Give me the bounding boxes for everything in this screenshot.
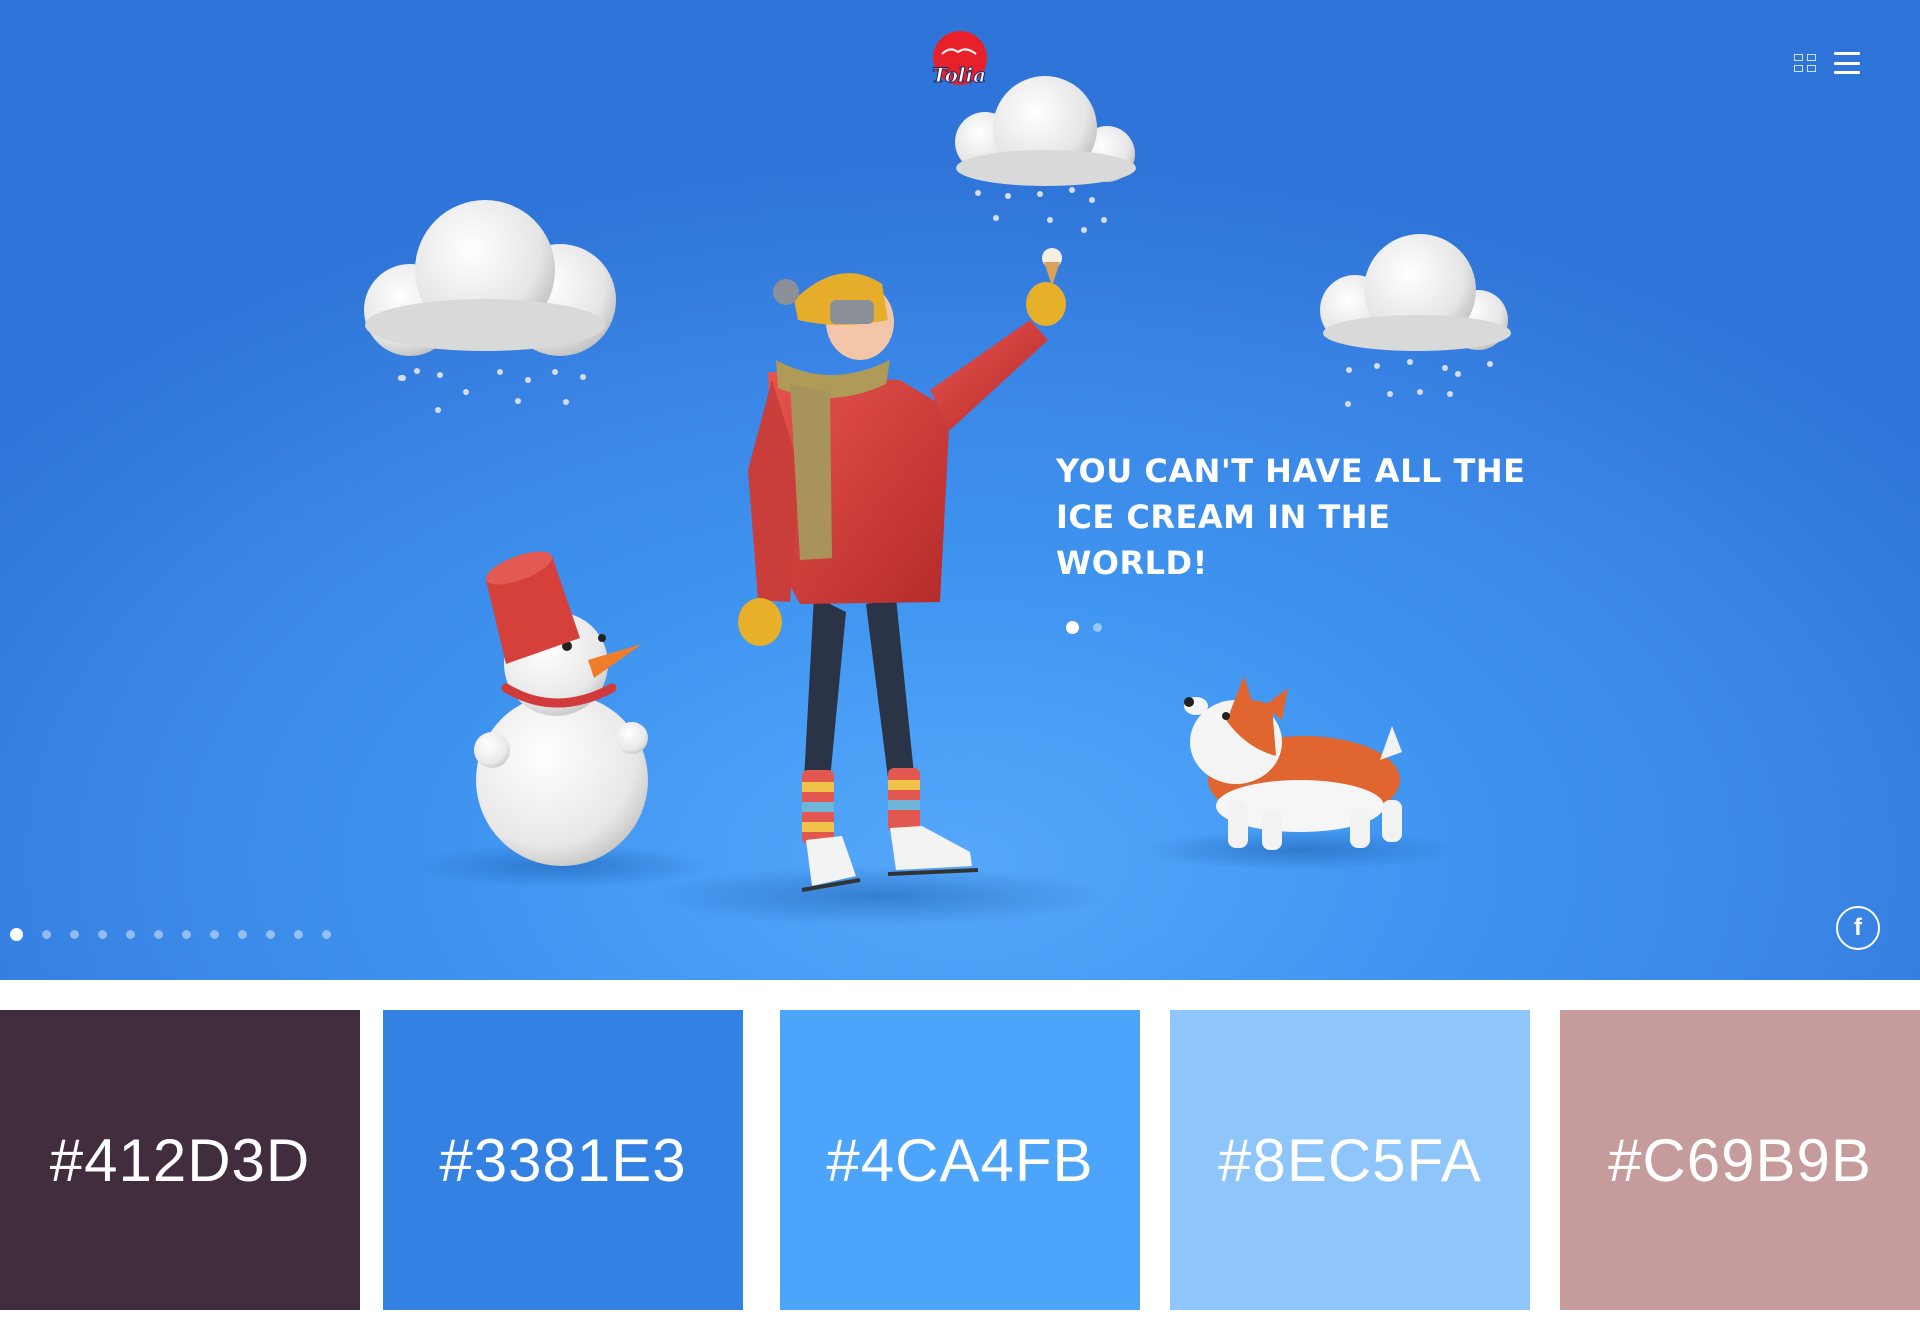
- headline-line-3: WORLD!: [1056, 544, 1208, 582]
- grid-icon[interactable]: [1794, 54, 1816, 72]
- headline-line-1: YOU CAN'T HAVE ALL THE: [1056, 452, 1526, 490]
- page-dot-9[interactable]: [238, 930, 247, 939]
- svg-text:Tolia: Tolia: [932, 63, 986, 87]
- swatch-hex-label: #412D3D: [49, 1126, 311, 1194]
- slide-pagination: [1066, 621, 1102, 634]
- page-dot-12[interactable]: [322, 930, 331, 939]
- color-palette: #412D3D #3381E3 #4CA4FB #8EC5FA #C69B9B: [0, 1010, 1920, 1310]
- hero-headline: YOU CAN'T HAVE ALL THE ICE CREAM IN THE …: [1056, 448, 1576, 586]
- hero-illustration: [364, 76, 1511, 926]
- page-dot-3[interactable]: [70, 930, 79, 939]
- color-swatch: #8EC5FA: [1170, 1010, 1530, 1310]
- snowman: [474, 551, 648, 866]
- swatch-hex-label: #C69B9B: [1608, 1126, 1872, 1194]
- page-dot-10[interactable]: [266, 930, 275, 939]
- girl-figure: [738, 248, 1066, 892]
- page-dot-5[interactable]: [126, 930, 135, 939]
- swatch-hex-label: #4CA4FB: [826, 1126, 1094, 1194]
- slide-dot-2[interactable]: [1093, 623, 1102, 632]
- hamburger-icon[interactable]: [1834, 52, 1860, 74]
- page-dot-6[interactable]: [154, 930, 163, 939]
- page-dot-7[interactable]: [182, 930, 191, 939]
- swatch-hex-label: #3381E3: [439, 1126, 687, 1194]
- color-swatch: #C69B9B: [1560, 1010, 1920, 1310]
- color-swatch: #412D3D: [0, 1010, 360, 1310]
- swatch-hex-label: #8EC5FA: [1218, 1126, 1482, 1194]
- page-dot-11[interactable]: [294, 930, 303, 939]
- page-dot-4[interactable]: [98, 930, 107, 939]
- page-dot-1[interactable]: [10, 928, 23, 941]
- facebook-icon[interactable]: f: [1836, 906, 1880, 950]
- corgi: [1184, 676, 1402, 850]
- slide-dot-1[interactable]: [1066, 621, 1079, 634]
- snow-dots-left: [398, 368, 586, 413]
- cloud-left: [364, 200, 616, 356]
- page-pagination: [10, 928, 331, 941]
- hero-banner: Tolia YOU CAN'T HAVE ALL THE ICE CREAM I…: [0, 0, 1920, 980]
- snow-dots-right: [1345, 359, 1493, 407]
- color-swatch: #3381E3: [383, 1010, 743, 1310]
- snow-dots-top: [975, 187, 1107, 233]
- page-dot-8[interactable]: [210, 930, 219, 939]
- headline-line-2: ICE CREAM IN THE: [1056, 498, 1391, 536]
- page-dot-2[interactable]: [42, 930, 51, 939]
- tolia-logo[interactable]: Tolia: [926, 30, 992, 92]
- facebook-label: f: [1854, 914, 1862, 941]
- color-swatch: #4CA4FB: [780, 1010, 1140, 1310]
- cloud-top: [955, 76, 1136, 186]
- cloud-right: [1320, 234, 1511, 351]
